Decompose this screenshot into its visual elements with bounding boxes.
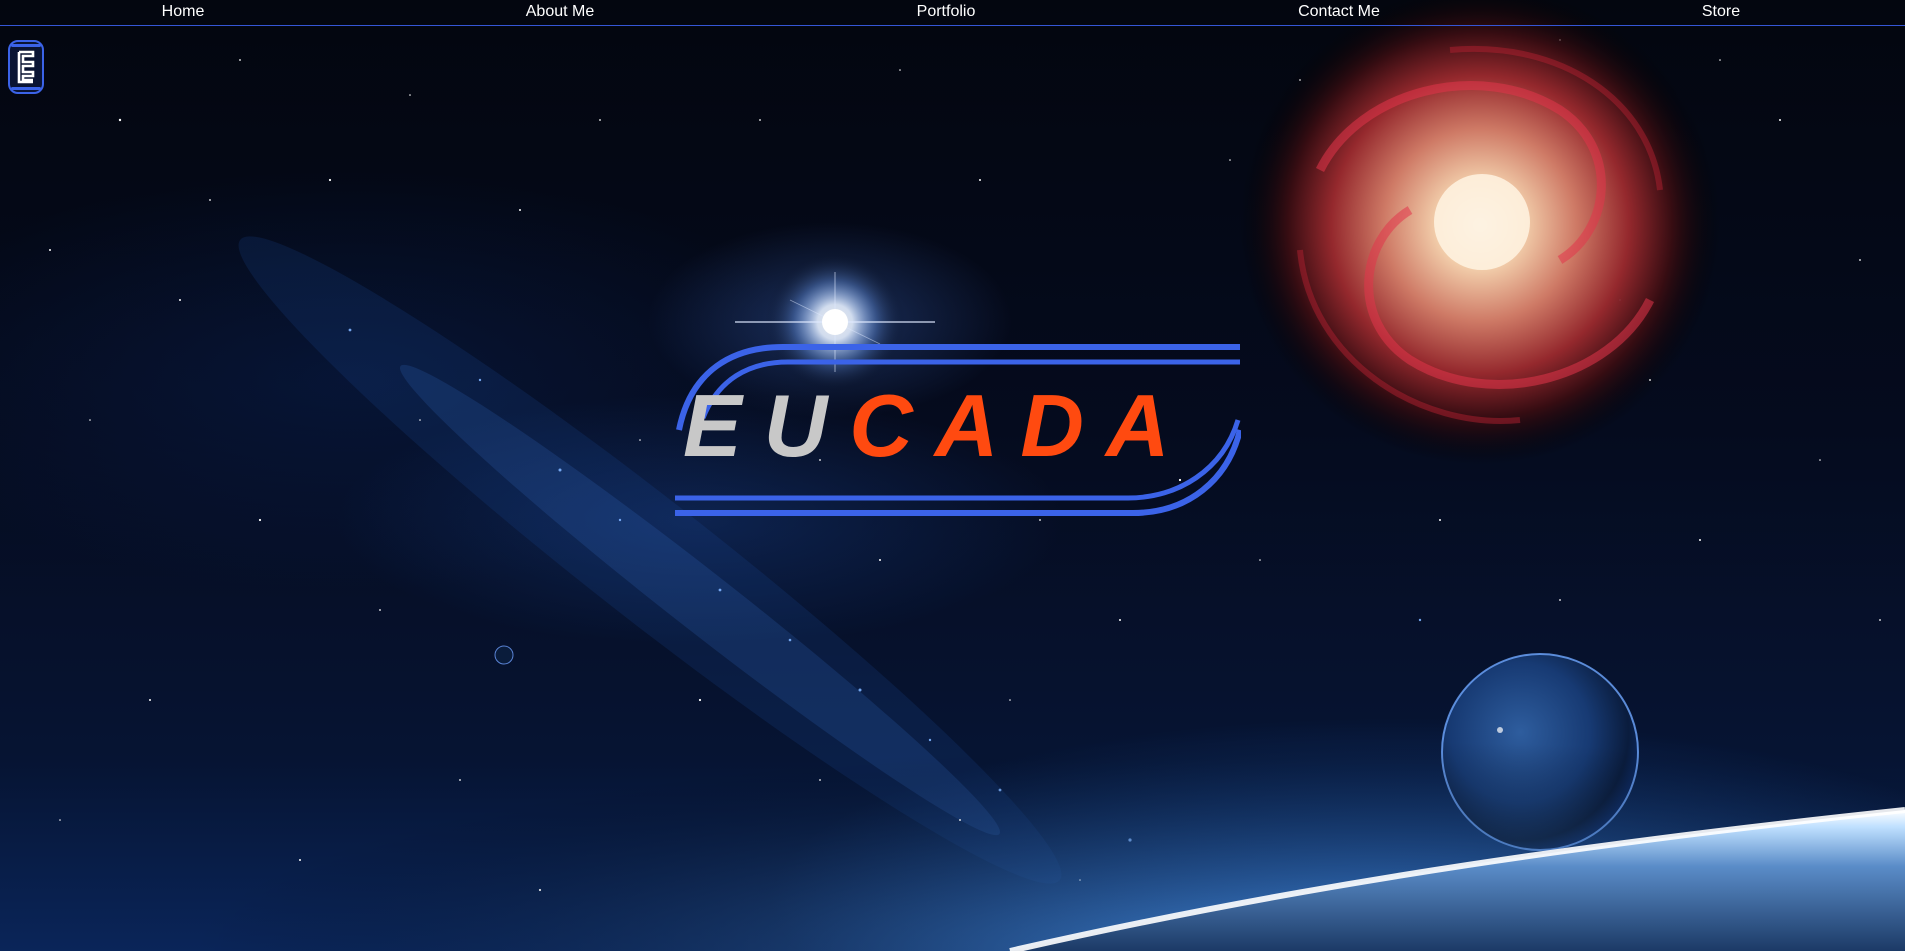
nav-link-contact-me[interactable]: Contact Me <box>1298 3 1380 21</box>
nav-link-home[interactable]: Home <box>162 3 205 21</box>
space-background: Home About Me Portfolio Contact Me Store… <box>0 0 1905 951</box>
brand-wordmark-eu: EU <box>683 376 850 475</box>
brand-wordmark-cada: CADA <box>849 376 1192 475</box>
brand-logo: EUCADA <box>673 340 1241 520</box>
nav-link-portfolio[interactable]: Portfolio <box>917 3 976 21</box>
top-navigation: Home About Me Portfolio Contact Me Store <box>0 0 1905 26</box>
home-logo-link[interactable] <box>8 40 44 94</box>
nav-link-about-me[interactable]: About Me <box>526 3 594 21</box>
nav-link-store[interactable]: Store <box>1702 3 1740 21</box>
eucada-monogram-icon <box>8 40 44 94</box>
brand-wordmark: EUCADA <box>683 382 1191 470</box>
